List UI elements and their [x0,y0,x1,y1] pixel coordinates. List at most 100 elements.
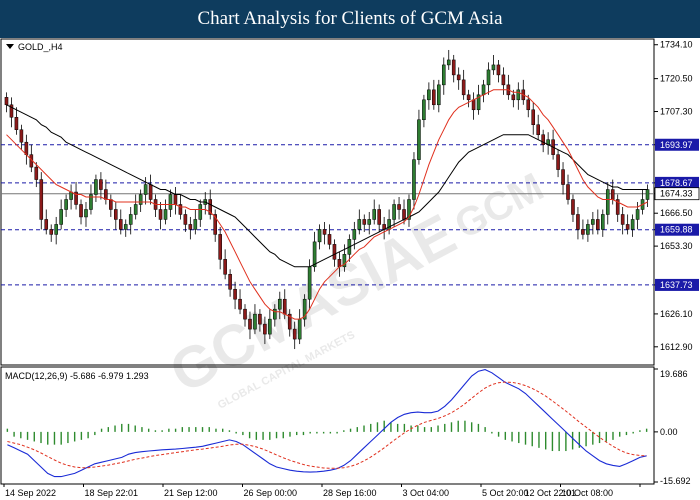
candle-bearish [571,199,575,215]
candle-bearish [327,234,332,245]
level-label: 1637.73 [660,280,693,290]
macd-axis: 19.686 0.00 -15.692 [654,368,691,486]
macd-tick-label: 19.686 [660,369,688,379]
candle-bearish [114,209,118,220]
candle-bullish [586,224,590,235]
candle-bullish [427,89,431,101]
candle-bearish [238,298,242,310]
level-label: 1659.88 [660,225,693,235]
symbol-text: GOLD_,H4 [18,42,63,52]
candle-bearish [501,74,506,86]
time-tick-label: 18 Sep 22:01 [85,488,139,498]
candle-bullish [516,89,521,101]
candle-bullish [278,298,282,310]
candle-bearish [223,259,227,275]
candle-bearish [228,274,232,290]
candle-bearish [596,219,600,230]
symbol-label: GOLD_,H4 [6,42,63,52]
candle-bearish [4,97,9,106]
candle-bullish [307,266,312,300]
candle-bearish [39,179,44,220]
macd-tick-label: 0.00 [660,427,678,437]
candle-bullish [357,219,362,230]
candle-bearish [451,59,456,76]
price-tick-label: 1626.10 [660,309,693,319]
chart-area: GCMASIAE GCM GLOBAL CAPITAL MARKETS 1734… [0,38,700,498]
candle-bullish [168,194,173,210]
price-tick-label: 1707.30 [660,107,693,117]
candle-bearish [104,189,108,200]
candle-bearish [218,234,222,260]
current-price-label: 1674.33 [660,189,693,199]
candle-bullish [163,209,168,220]
candle-bearish [402,209,406,220]
macd-series [6,369,648,478]
candle-bearish [625,224,630,230]
candle-bullish [635,209,640,220]
price-tick-label: 1612.90 [660,342,693,352]
candle-bearish [14,117,19,130]
candle-bearish [183,214,188,225]
candle-bearish [337,259,342,268]
candle-bullish [94,179,98,195]
level-label: 1678.67 [660,178,693,188]
candle-bearish [432,89,436,106]
candle-bearish [44,219,49,230]
candle-bullish [193,219,198,230]
candle-bullish [317,229,322,243]
candle-bearish [461,79,466,96]
macd-tick-label: -15.692 [660,476,691,486]
candle-bearish [496,64,501,76]
candle-bearish [99,179,103,190]
candle-bullish [297,318,302,340]
candle-bearish [581,229,585,235]
candle-bearish [282,298,287,315]
level-label: 1693.97 [660,140,693,150]
candle-bearish [24,141,29,155]
candle-bearish [397,204,401,210]
candle-bearish [19,129,24,143]
candle-bullish [417,119,421,160]
chart-title: Chart Analysis for Clients of GCM Asia [197,8,503,29]
candle-bullish [128,214,133,225]
candle-bearish [248,318,252,330]
candle-bullish [143,184,148,195]
candle-bullish [54,224,58,235]
price-tick-label: 1666.50 [660,208,693,218]
candle-bearish [158,209,163,220]
candle-bearish [566,184,570,200]
candle-bearish [576,214,580,230]
candle-bullish [84,209,88,218]
time-tick-label: 28 Sep 16:00 [323,488,377,498]
macd-pane: 19.686 0.00 -15.692 MACD(12,26,9) -5.686 -… [0,366,691,486]
candle-bearish [292,328,297,340]
candle-bullish [133,204,138,215]
candle-bullish [486,69,491,86]
candle-bearish [79,204,83,218]
candle-bearish [188,224,193,230]
candle-bearish [556,154,560,170]
candle-bullish [601,214,605,230]
candle-bullish [312,241,317,268]
candle-bullish [372,209,376,220]
time-tick-label: 26 Sep 00:00 [244,488,298,498]
macd-line [7,369,647,478]
candle-bullish [138,194,143,205]
candle-bearish [561,169,565,185]
candle-bullish [437,84,441,106]
candle-bullish [64,199,68,210]
candle-bearish [243,308,247,320]
candle-bearish [526,99,531,111]
candle-bearish [263,323,267,335]
time-tick-label: 14 Sep 2022 [5,488,56,498]
candle-bearish [466,94,471,101]
candle-bullish [253,313,257,330]
candle-bearish [332,244,337,260]
time-tick-label: 3 Oct 04:00 [403,488,450,498]
candle-bearish [258,313,262,325]
candle-bullish [69,191,73,200]
candle-bullish [491,64,496,71]
candle-bearish [511,94,516,101]
time-tick-label: 21 Sep 12:00 [164,488,218,498]
watermark: GCMASIAE GCM GLOBAL CAPITAL MARKETS [160,165,551,412]
